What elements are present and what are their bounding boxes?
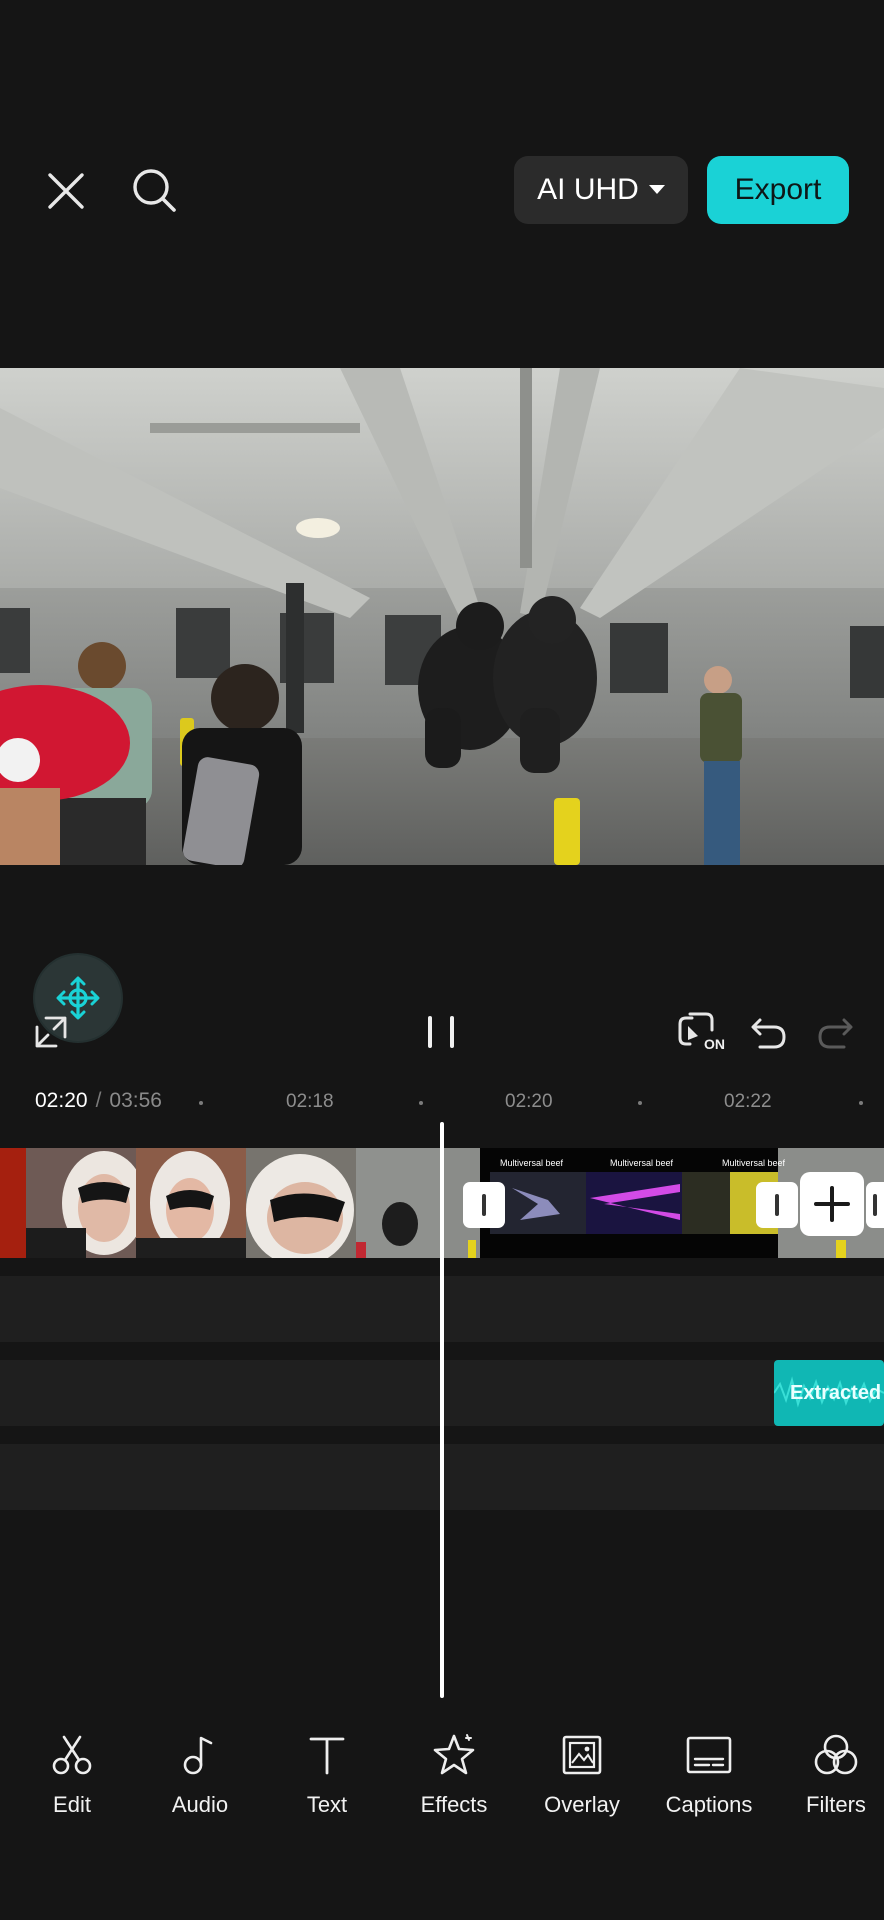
clip-caption: Multiversal beef [722,1158,786,1168]
tool-edit[interactable]: Edit [10,1730,134,1818]
trim-handle-next[interactable] [866,1182,884,1228]
ruler-dot [419,1101,423,1105]
tool-label: Overlay [544,1792,620,1817]
tool-text[interactable]: Text [265,1730,389,1818]
preview-frame [0,368,884,865]
overlay-icon [562,1735,602,1775]
caret-down-icon [648,185,665,194]
playhead[interactable] [440,1122,444,1698]
ruler-dot [199,1101,203,1105]
captions-icon [686,1736,732,1774]
quality-dropdown[interactable]: AI UHD [514,156,688,224]
text-icon [309,1737,345,1775]
ruler-tick: 02:20 [505,1091,553,1112]
filters-icon [814,1734,858,1775]
music-note-icon [183,1736,213,1775]
timecode: 02:20 / 03:56 [35,1089,162,1113]
tool-label: Text [306,1792,348,1817]
redo-icon[interactable] [814,1014,856,1052]
auto-sync-badge: ON [704,1036,725,1052]
extracted-audio-clip[interactable]: Extracted [774,1360,884,1426]
tool-label: Effects [420,1792,488,1817]
current-time: 02:20 [35,1089,88,1112]
pause-icon[interactable] [420,1012,464,1052]
add-clip-button[interactable] [800,1172,864,1236]
search-icon[interactable] [126,162,182,218]
auto-sync-on-icon[interactable]: ON [676,1010,730,1058]
video-preview[interactable] [0,368,884,865]
scissors-icon [52,1735,92,1775]
ruler-tick: 02:22 [724,1091,772,1112]
audio-clip-label: Extracted [790,1382,882,1404]
tool-filters[interactable]: Filters [774,1730,884,1818]
ruler-dot [638,1101,642,1105]
tool-overlay[interactable]: Overlay [520,1730,644,1818]
time-separator: / [95,1089,102,1112]
quality-label: AI UHD [537,173,639,206]
trim-handle-left[interactable] [463,1182,505,1228]
tool-captions[interactable]: Captions [647,1730,771,1818]
tool-label: Filters [806,1792,866,1817]
export-button[interactable]: Export [707,156,849,224]
clip-caption: Multiversal beef [500,1158,564,1168]
tool-label: Audio [171,1792,229,1817]
tool-audio[interactable]: Audio [138,1730,262,1818]
ruler-dot [859,1101,863,1105]
undo-icon[interactable] [748,1014,790,1052]
ruler-tick: 02:18 [286,1091,334,1112]
total-time: 03:56 [109,1089,162,1112]
tool-label: Captions [665,1792,753,1817]
fullscreen-icon[interactable] [32,1012,70,1052]
close-icon[interactable] [40,165,92,217]
tool-effects[interactable]: Effects [392,1730,516,1818]
clip-caption: Multiversal beef [610,1158,674,1168]
tool-label: Edit [53,1792,91,1817]
trim-handle-right[interactable] [756,1182,798,1228]
plus-icon [814,1186,850,1222]
effects-star-icon [433,1734,475,1775]
preview-bottom-spacer [0,865,884,965]
